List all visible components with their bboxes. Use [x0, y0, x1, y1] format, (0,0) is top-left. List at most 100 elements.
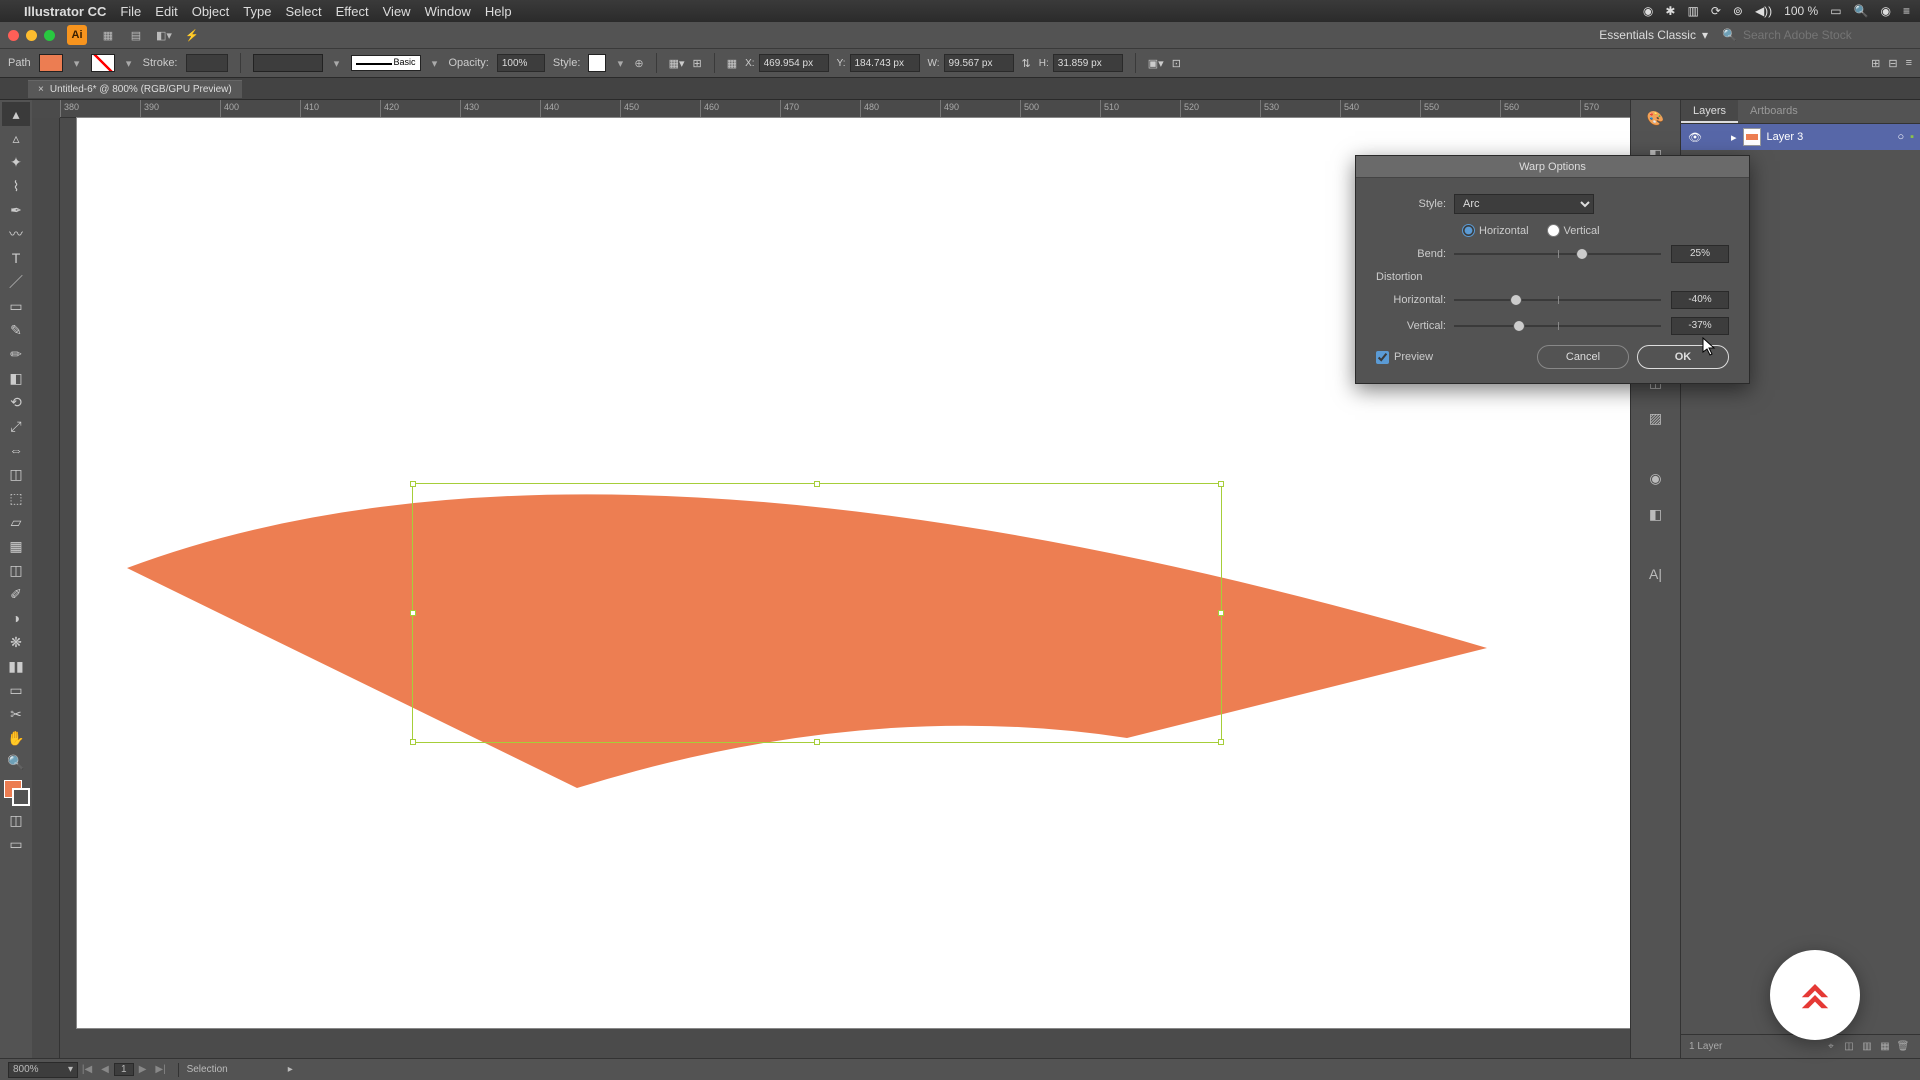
preview-checkbox[interactable] [1376, 351, 1389, 364]
color-panel-icon[interactable]: 🎨 [1644, 106, 1668, 130]
preview-checkbox-label[interactable]: Preview [1376, 351, 1433, 364]
blend-tool[interactable]: ◑ [2, 606, 30, 630]
last-artboard-icon[interactable]: ▶| [152, 1064, 170, 1075]
stroke-weight-input[interactable] [186, 54, 228, 72]
menu-object[interactable]: Object [192, 4, 230, 19]
free-transform-tool[interactable]: ◫ [2, 462, 30, 486]
zoom-tool[interactable]: 🔍 [2, 750, 30, 774]
locate-object-icon[interactable]: ⌖ [1822, 1041, 1840, 1052]
target-icon[interactable]: ○ [1897, 131, 1904, 143]
bbox-handle[interactable] [1218, 481, 1224, 487]
shaper-tool[interactable]: ✏ [2, 342, 30, 366]
next-artboard-icon[interactable]: ▶ [134, 1064, 152, 1075]
shape-mode-icon[interactable]: ⊞ [693, 57, 702, 70]
delete-layer-icon[interactable]: 🗑 [1894, 1041, 1912, 1052]
record-icon[interactable]: ◉ [1643, 4, 1653, 18]
home-icon[interactable]: ▦ [97, 24, 119, 46]
vwp-dropdown-icon[interactable]: ▾ [331, 57, 343, 70]
character-panel-icon[interactable]: A| [1644, 562, 1668, 586]
volume-icon[interactable]: ◀)) [1755, 4, 1772, 18]
bbox-handle[interactable] [814, 481, 820, 487]
bbox-handle[interactable] [410, 481, 416, 487]
width-tool[interactable]: ⇔ [2, 438, 30, 462]
layer-row[interactable]: 👁 ▸ Layer 3 ○ ▪ [1681, 124, 1920, 150]
paintbrush-tool[interactable]: ✎ [2, 318, 30, 342]
ruler-horizontal[interactable]: 380 390 400 410 420 430 440 450 460 470 … [60, 100, 1630, 118]
sync-icon[interactable]: ⟳ [1711, 4, 1721, 18]
menu-help[interactable]: Help [485, 4, 512, 19]
panel-toggle-icon[interactable]: ⊞ [1871, 57, 1880, 70]
menu-view[interactable]: View [383, 4, 411, 19]
stop-icon[interactable]: ✱ [1665, 4, 1675, 18]
visibility-icon[interactable]: 👁 [1687, 131, 1703, 144]
bbox-handle[interactable] [1218, 739, 1224, 745]
w-input[interactable] [944, 54, 1014, 72]
layer-name[interactable]: Layer 3 [1767, 131, 1804, 143]
orientation-vertical[interactable]: Vertical [1547, 224, 1600, 237]
bbox-handle[interactable] [1218, 610, 1224, 616]
shape-builder-tool[interactable]: ⬚ [2, 486, 30, 510]
bbox-handle[interactable] [410, 610, 416, 616]
fill-dropdown-icon[interactable]: ▾ [71, 57, 83, 70]
mesh-tool[interactable]: ▦ [2, 534, 30, 558]
new-sublayer-icon[interactable]: ▥ [1858, 1041, 1876, 1052]
artboard-tool[interactable]: ▭ [2, 678, 30, 702]
slice-tool[interactable]: ✂ [2, 702, 30, 726]
link-wh-icon[interactable]: ⇅ [1022, 57, 1031, 70]
panel-menu-icon[interactable]: ≡ [1906, 57, 1912, 69]
fill-stroke-indicator[interactable] [2, 780, 30, 808]
distortion-h-value[interactable]: -40% [1671, 291, 1729, 309]
app-name[interactable]: Illustrator CC [24, 4, 106, 19]
recolor-icon[interactable]: ⊕ [634, 57, 643, 70]
tab-artboards[interactable]: Artboards [1738, 100, 1810, 123]
appearance-panel-icon[interactable]: ◉ [1644, 466, 1668, 490]
opacity-input[interactable] [497, 54, 545, 72]
stroke-color-icon[interactable] [12, 788, 30, 806]
menu-window[interactable]: Window [425, 4, 471, 19]
arrange-icon[interactable]: ◧▾ [153, 24, 175, 46]
dialog-title[interactable]: Warp Options [1356, 156, 1749, 178]
arrange-panel-icon[interactable]: ⊟ [1888, 57, 1897, 70]
horizontal-radio[interactable] [1462, 224, 1475, 237]
graphic-style-swatch[interactable] [588, 54, 606, 72]
zoom-level[interactable]: 800%▾ [8, 1062, 78, 1078]
brush-dropdown-icon[interactable]: ▾ [429, 57, 441, 70]
vertical-radio[interactable] [1547, 224, 1560, 237]
stroke-swatch[interactable] [91, 54, 115, 72]
align-icon[interactable]: ▦▾ [669, 57, 685, 70]
prev-artboard-icon[interactable]: ◀ [96, 1064, 114, 1075]
symbol-sprayer-tool[interactable]: ❋ [2, 630, 30, 654]
y-input[interactable] [850, 54, 920, 72]
menu-select[interactable]: Select [285, 4, 321, 19]
eyedropper-tool[interactable]: ✐ [2, 582, 30, 606]
style-dropdown-icon[interactable]: ▾ [614, 57, 626, 70]
perspective-tool[interactable]: ▱ [2, 510, 30, 534]
scale-tool[interactable]: ⤢ [2, 414, 30, 438]
close-tab-icon[interactable]: × [38, 84, 44, 95]
status-menu-icon[interactable]: ▸ [288, 1064, 293, 1075]
make-clipping-mask-icon[interactable]: ◫ [1840, 1041, 1858, 1052]
fill-swatch[interactable] [39, 54, 63, 72]
line-tool[interactable]: ／ [2, 270, 30, 294]
shape-builder-icon[interactable]: ⊡ [1172, 57, 1181, 70]
maximize-window-button[interactable] [44, 30, 55, 41]
menu-type[interactable]: Type [243, 4, 271, 19]
cloud-icon[interactable]: ▥ [1687, 4, 1698, 18]
rectangle-tool[interactable]: ▭ [2, 294, 30, 318]
lasso-tool[interactable]: ⌇ [2, 174, 30, 198]
gradient-tool[interactable]: ◫ [2, 558, 30, 582]
distortion-v-value[interactable]: -37% [1671, 317, 1729, 335]
orientation-horizontal[interactable]: Horizontal [1462, 224, 1529, 237]
workspace-switcher[interactable]: Essentials Classic ▾ [1599, 28, 1708, 42]
menu-edit[interactable]: Edit [155, 4, 177, 19]
bend-value[interactable]: 25% [1671, 245, 1729, 263]
transform-reference-icon[interactable]: ▦ [727, 57, 737, 70]
minimize-window-button[interactable] [26, 30, 37, 41]
first-artboard-icon[interactable]: |◀ [78, 1064, 96, 1075]
selection-bounding-box[interactable] [412, 483, 1222, 743]
variable-width-profile[interactable] [253, 54, 323, 72]
bend-slider[interactable] [1454, 245, 1661, 263]
cancel-button[interactable]: Cancel [1537, 345, 1629, 369]
x-input[interactable] [759, 54, 829, 72]
siri-icon[interactable]: ◉ [1881, 4, 1891, 18]
